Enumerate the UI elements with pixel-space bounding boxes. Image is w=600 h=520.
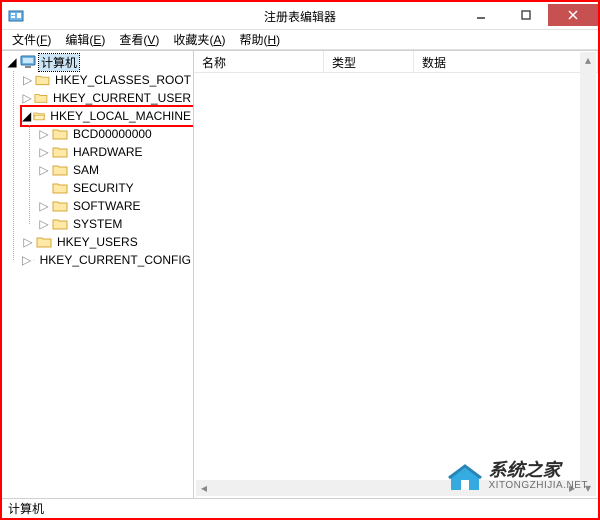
scroll-down-icon[interactable]: ▾ (580, 480, 596, 496)
expander-icon[interactable]: ▷ (38, 164, 50, 176)
folder-icon (52, 145, 68, 159)
tree-node-hardware[interactable]: ▷ HARDWARE (38, 143, 193, 161)
menu-file[interactable]: 文件(F) (6, 30, 57, 49)
tree-node-hkcc[interactable]: ▷ HKEY_CURRENT_CONFIG (22, 251, 193, 269)
folder-icon (34, 91, 48, 105)
minimize-icon (476, 10, 486, 20)
titlebar[interactable]: 注册表编辑器 (2, 2, 598, 30)
tree-pane[interactable]: ◢ 计算机 ▷ HKEY_CLASSES_ROOT ▷ HKEY_CURRENT… (2, 51, 194, 498)
statusbar-path: 计算机 (8, 500, 44, 517)
tree-label: SECURITY (71, 181, 136, 195)
tree-node-security[interactable]: SECURITY (38, 179, 193, 197)
expander-icon[interactable]: ▷ (22, 254, 31, 266)
folder-open-icon (33, 109, 45, 123)
scroll-left-icon[interactable]: ◂ (196, 480, 212, 496)
list-pane: 名称 类型 数据 (194, 51, 598, 498)
tree-node-hklm[interactable]: ◢ HKEY_LOCAL_MACHINE (22, 107, 193, 125)
expander-icon[interactable]: ▷ (38, 200, 50, 212)
tree-label: SOFTWARE (71, 199, 143, 213)
maximize-icon (521, 10, 531, 20)
tree-label: 计算机 (39, 54, 79, 71)
folder-icon (36, 235, 52, 249)
horizontal-scrollbar[interactable]: ◂ ▸ (196, 480, 580, 496)
tree-label: SYSTEM (71, 217, 124, 231)
expander-spacer (38, 182, 50, 194)
tree-label: HKEY_CURRENT_USER (51, 91, 193, 105)
maximize-button[interactable] (503, 4, 548, 26)
folder-icon (52, 127, 68, 141)
close-button[interactable] (548, 4, 598, 26)
tree-node-system[interactable]: ▷ SYSTEM (38, 215, 193, 233)
folder-icon (33, 253, 34, 267)
column-header-type[interactable]: 类型 (324, 51, 414, 72)
expander-icon[interactable]: ▷ (38, 128, 50, 140)
tree-label: HARDWARE (71, 145, 145, 159)
expander-icon[interactable]: ▷ (22, 92, 32, 104)
statusbar: 计算机 (2, 498, 598, 518)
menu-help[interactable]: 帮助(H) (233, 30, 286, 49)
registry-editor-window: 注册表编辑器 文件(F) 编辑(E) 查看(V) 收藏夹(A) 帮助(H) ◢ (2, 2, 598, 518)
expander-icon[interactable]: ◢ (6, 56, 18, 68)
tree-node-sam[interactable]: ▷ SAM (38, 161, 193, 179)
tree-label: HKEY_CLASSES_ROOT (53, 73, 193, 87)
tree-node-hkcr[interactable]: ▷ HKEY_CLASSES_ROOT (22, 71, 193, 89)
tree-label: HKEY_LOCAL_MACHINE (48, 109, 193, 123)
expander-icon[interactable]: ▷ (38, 146, 50, 158)
expander-icon[interactable]: ◢ (22, 110, 31, 122)
list-body[interactable] (194, 73, 598, 498)
folder-icon (52, 199, 68, 213)
tree-label: BCD00000000 (71, 127, 154, 141)
folder-icon (52, 181, 68, 195)
computer-icon (20, 55, 36, 69)
expander-icon[interactable]: ▷ (22, 236, 34, 248)
content-area: ◢ 计算机 ▷ HKEY_CLASSES_ROOT ▷ HKEY_CURRENT… (2, 50, 598, 498)
menubar: 文件(F) 编辑(E) 查看(V) 收藏夹(A) 帮助(H) (2, 30, 598, 50)
folder-icon (35, 73, 50, 87)
list-header: 名称 类型 数据 (194, 51, 598, 73)
column-header-data[interactable]: 数据 (414, 51, 598, 72)
vertical-scrollbar[interactable]: ▴ ▾ (580, 52, 596, 496)
column-header-name[interactable]: 名称 (194, 51, 324, 72)
title-text: 注册表编辑器 (264, 8, 336, 25)
tree-node-hku[interactable]: ▷ HKEY_USERS (22, 233, 193, 251)
tree-label: HKEY_CURRENT_CONFIG (38, 253, 193, 267)
folder-icon (52, 217, 68, 231)
tree-node-bcd[interactable]: ▷ BCD00000000 (38, 125, 193, 143)
tree-node-software[interactable]: ▷ SOFTWARE (38, 197, 193, 215)
tree-root-computer[interactable]: ◢ 计算机 (6, 53, 193, 71)
menu-favorites[interactable]: 收藏夹(A) (167, 30, 231, 49)
titlebar-left (2, 8, 28, 24)
window-controls (458, 5, 598, 26)
close-icon (568, 10, 578, 20)
folder-icon (52, 163, 68, 177)
tree-node-hkcu[interactable]: ▷ HKEY_CURRENT_USER (22, 89, 193, 107)
app-icon (8, 8, 24, 24)
scroll-up-icon[interactable]: ▴ (580, 52, 596, 68)
menu-view[interactable]: 查看(V) (113, 30, 165, 49)
minimize-button[interactable] (458, 4, 503, 26)
expander-icon[interactable]: ▷ (38, 218, 50, 230)
expander-icon[interactable]: ▷ (22, 74, 33, 86)
scroll-right-icon[interactable]: ▸ (564, 480, 580, 496)
tree-label: SAM (71, 163, 101, 177)
tree-label: HKEY_USERS (55, 235, 140, 249)
menu-edit[interactable]: 编辑(E) (59, 30, 111, 49)
